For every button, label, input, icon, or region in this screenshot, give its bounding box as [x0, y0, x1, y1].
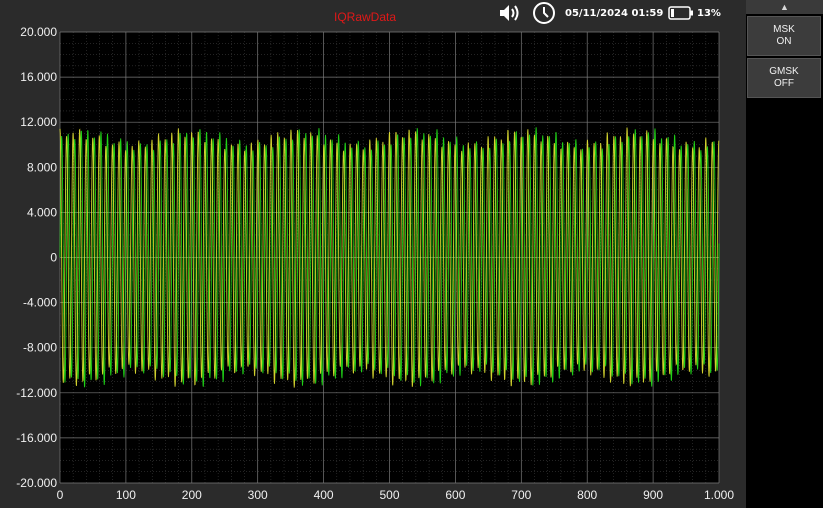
- x-tick-label: 400: [314, 488, 334, 502]
- gmsk-button-state: OFF: [774, 78, 794, 89]
- gmsk-button[interactable]: GMSK OFF: [747, 58, 821, 98]
- status-battery-wrap: 13%: [697, 0, 721, 26]
- x-tick-label: 200: [182, 488, 202, 502]
- chart-title: IQRawData: [333, 10, 397, 24]
- y-tick-label: 12.000: [20, 115, 57, 129]
- clock-icon: [532, 0, 556, 26]
- y-tick-label: -20.000: [16, 476, 57, 490]
- y-tick-label: 16.000: [20, 70, 57, 84]
- y-tick-label: -8.000: [23, 341, 57, 355]
- y-tick-label: 20.000: [20, 25, 57, 39]
- y-tick-label: -16.000: [16, 431, 57, 445]
- iq-chart: 20.000 16.000 12.000 8.000 4.000 0 -4.000 -8.00…: [16, 25, 734, 502]
- x-tick-label: 500: [379, 488, 399, 502]
- x-tick-label: 0: [57, 488, 64, 502]
- x-tick-label: 300: [248, 488, 268, 502]
- battery-level: 13%: [697, 7, 721, 19]
- y-tick-label: 4.000: [27, 205, 57, 219]
- speaker-icon[interactable]: [498, 0, 522, 26]
- status-datetime-wrap: 05/11/2024 01:59: [565, 0, 663, 26]
- x-tick-label: 600: [445, 488, 465, 502]
- y-tick-label: -4.000: [23, 296, 57, 310]
- date-time: 05/11/2024 01:59: [565, 7, 664, 19]
- msk-button-state: ON: [776, 36, 792, 47]
- x-tick-label: 900: [643, 488, 663, 502]
- x-tick-label: 800: [577, 488, 597, 502]
- softkey-panel: ▲ MSK ON GMSK OFF: [746, 0, 823, 508]
- scroll-up-button[interactable]: ▲: [746, 0, 823, 14]
- y-tick-label: -12.000: [16, 386, 57, 400]
- x-tick-label: 1.000: [704, 488, 734, 502]
- msk-button-label: MSK: [773, 24, 795, 35]
- gmsk-button-label: GMSK: [769, 66, 799, 77]
- x-tick-label: 100: [116, 488, 136, 502]
- y-tick-label: 8.000: [27, 160, 57, 174]
- battery-icon: [668, 0, 694, 26]
- msk-button[interactable]: MSK ON: [747, 16, 821, 56]
- y-tick-label: 0: [50, 251, 57, 265]
- x-tick-label: 700: [511, 488, 531, 502]
- plot-panel: 20.000 16.000 12.000 8.000 4.000 0 -4.000 -8.00…: [0, 0, 746, 508]
